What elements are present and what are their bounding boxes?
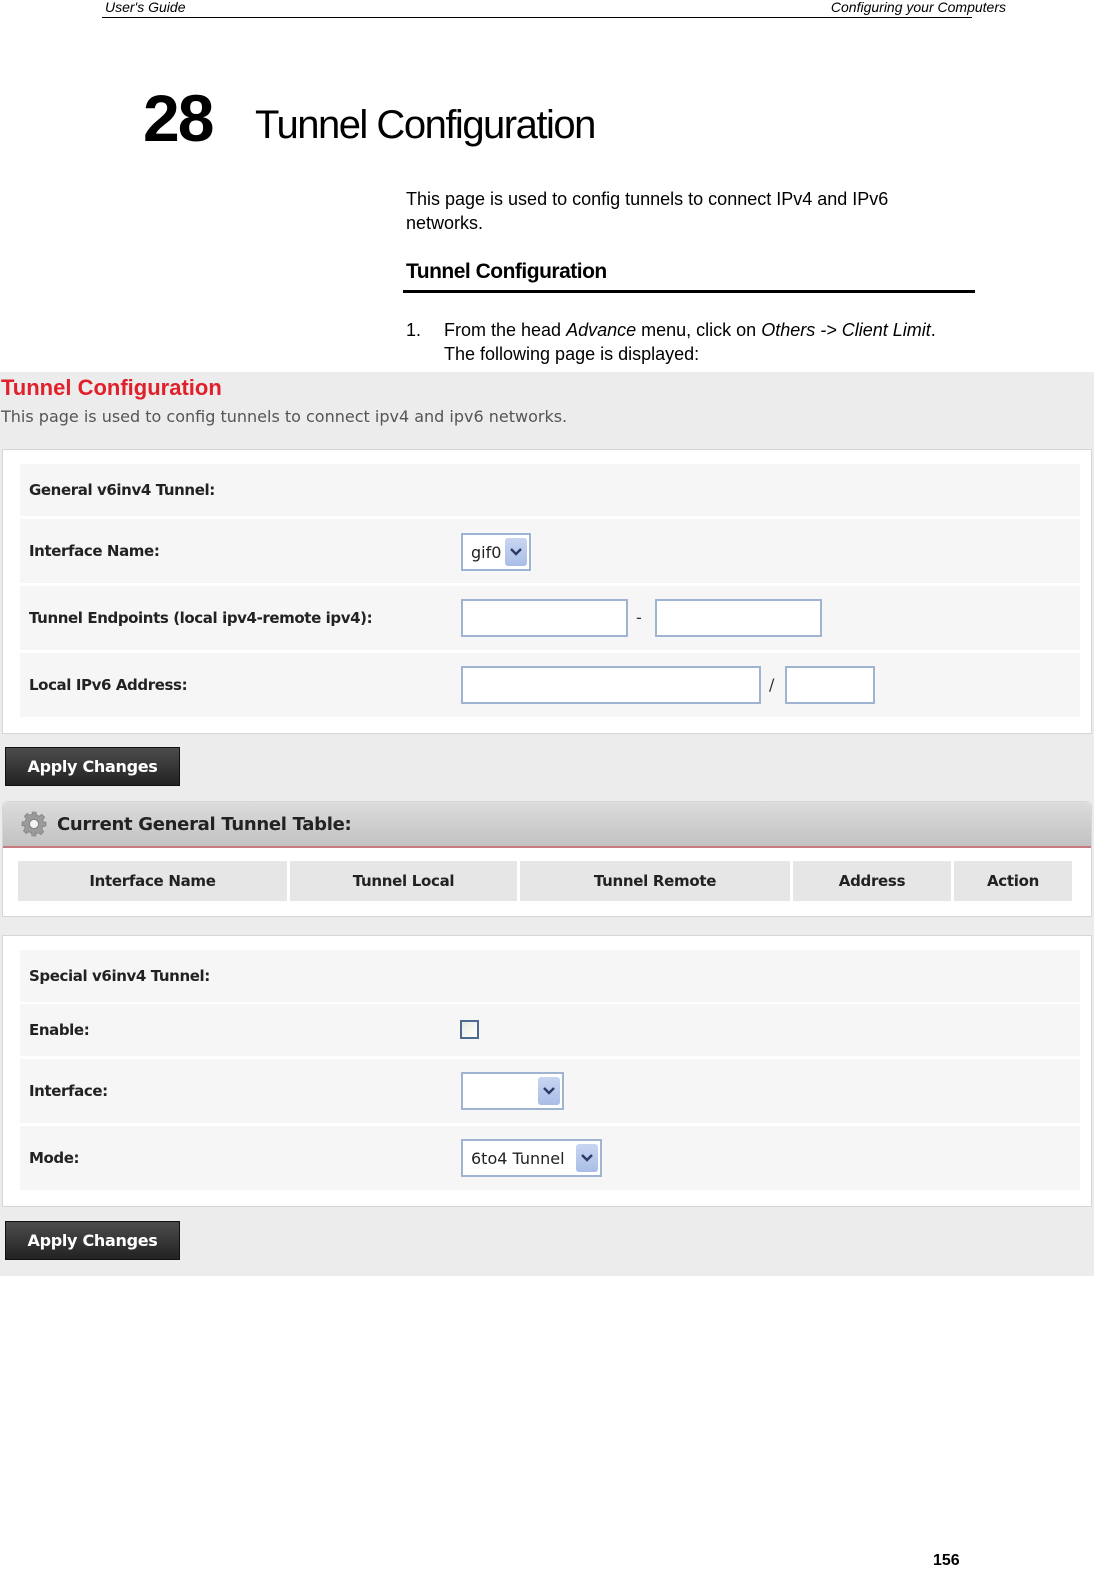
interface-name-row: Interface Name: gif0 [20, 519, 1080, 583]
menu-name-advance: Advance [566, 320, 637, 340]
interface-row: Interface: [20, 1059, 1080, 1123]
intro-paragraph: This page is used to config tunnels to c… [406, 189, 889, 233]
apply-changes-button-special[interactable]: Apply Changes [5, 1221, 180, 1260]
menu-path: Others -> Client Limit [761, 320, 931, 340]
interface-name-value: gif0 [471, 542, 502, 562]
local-ipv6-cell: / [444, 653, 1080, 717]
interface-name-select[interactable]: gif0 [461, 533, 531, 571]
prefix-separator: / [769, 675, 775, 694]
mode-cell: 6to4 Tunnel [444, 1126, 1080, 1190]
enable-cell [444, 1004, 1080, 1056]
header-rule [102, 17, 972, 18]
local-ipv4-input[interactable] [461, 599, 628, 637]
table-column-headers: Interface Name Tunnel Local Tunnel Remot… [18, 861, 1072, 901]
step-number: 1. [406, 320, 422, 340]
table-title: Current General Tunnel Table: [57, 813, 352, 835]
mode-label: Mode: [20, 1126, 441, 1190]
chapter-title: Tunnel Configuration [255, 103, 596, 147]
local-ipv6-label: Local IPv6 Address: [20, 653, 441, 717]
running-header-left: User's Guide [105, 0, 186, 15]
interface-cell [444, 1059, 1080, 1123]
enable-label: Enable: [20, 1004, 441, 1056]
interface-name-cell: gif0 [444, 519, 1080, 583]
general-tunnel-heading: General v6inv4 Tunnel: [20, 464, 1080, 516]
column-address: Address [793, 861, 951, 901]
interface-select[interactable] [461, 1072, 564, 1110]
remote-ipv4-input[interactable] [655, 599, 822, 637]
column-tunnel-local: Tunnel Local [290, 861, 517, 901]
page-number: 156 [933, 1552, 960, 1569]
apply-changes-button[interactable]: Apply Changes [5, 747, 180, 786]
step-1: 1. From the head Advance menu, click on … [406, 318, 966, 366]
interface-label: Interface: [20, 1059, 441, 1123]
general-tunnel-table: Current General Tunnel Table: Interface … [2, 801, 1092, 917]
screen-description: This page is used to config tunnels to c… [1, 407, 568, 426]
local-ipv6-row: Local IPv6 Address: / [20, 653, 1080, 717]
chevron-down-icon[interactable] [576, 1144, 598, 1172]
chapter-number: 28 [143, 81, 214, 155]
tunnel-endpoints-row: Tunnel Endpoints (local ipv4-remote ipv4… [20, 586, 1080, 650]
tunnel-config-screenshot: Tunnel Configuration This page is used t… [0, 372, 1094, 1276]
gear-icon [21, 811, 47, 837]
column-tunnel-remote: Tunnel Remote [520, 861, 790, 901]
general-tunnel-panel: General v6inv4 Tunnel: Interface Name: g… [2, 449, 1092, 734]
enable-checkbox[interactable] [460, 1020, 479, 1039]
mode-row: Mode: 6to4 Tunnel [20, 1126, 1080, 1190]
interface-name-label: Interface Name: [20, 519, 441, 583]
step-text-part: menu, click on [636, 320, 762, 340]
tunnel-endpoints-label: Tunnel Endpoints (local ipv4-remote ipv4… [20, 586, 441, 650]
column-interface-name: Interface Name [18, 861, 287, 901]
chevron-down-icon[interactable] [505, 538, 527, 566]
section-rule [403, 290, 975, 293]
special-tunnel-heading: Special v6inv4 Tunnel: [20, 950, 1080, 1002]
screen-title: Tunnel Configuration [1, 375, 222, 400]
running-header-right: Configuring your Computers [830, 0, 1006, 15]
step-text-part: From the head [444, 320, 567, 340]
tunnel-endpoints-cell: - [444, 586, 1080, 650]
ipv6-address-input[interactable] [461, 666, 761, 704]
endpoint-separator: - [636, 608, 642, 627]
table-header-bar: Current General Tunnel Table: [3, 802, 1091, 848]
step-text: From the head Advance menu, click on Oth… [406, 318, 966, 366]
mode-value: 6to4 Tunnel [471, 1148, 565, 1168]
enable-row: Enable: [20, 1004, 1080, 1056]
section-heading: Tunnel Configuration [406, 260, 607, 283]
mode-select[interactable]: 6to4 Tunnel [461, 1139, 602, 1177]
chevron-down-icon[interactable] [538, 1077, 560, 1105]
column-action: Action [954, 861, 1072, 901]
special-tunnel-panel: Special v6inv4 Tunnel: Enable: Interface… [2, 935, 1092, 1207]
ipv6-prefix-input[interactable] [785, 666, 875, 704]
